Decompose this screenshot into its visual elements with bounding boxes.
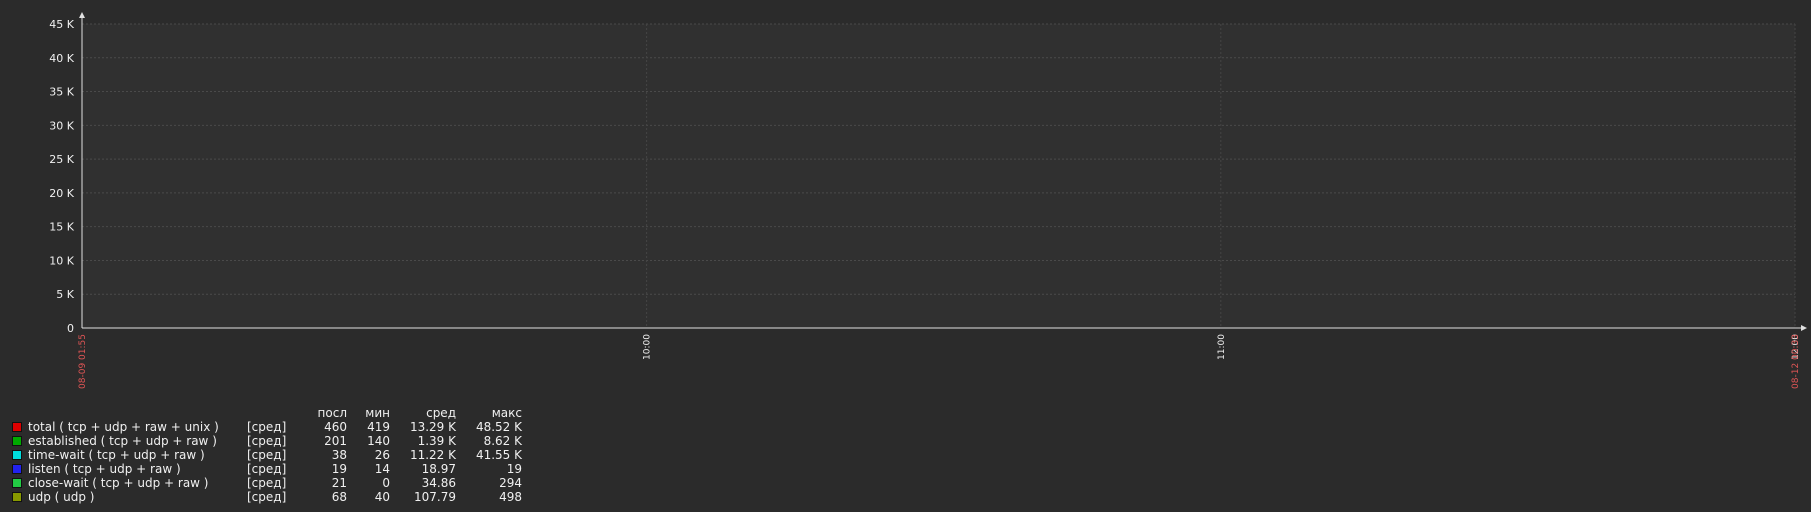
y-tick-label: 35 K bbox=[49, 86, 74, 99]
legend-agg: [сред] bbox=[247, 476, 287, 490]
legend-agg: [сред] bbox=[247, 462, 287, 476]
y-tick-label: 10 K bbox=[49, 254, 74, 267]
legend-max: 8.62 K bbox=[483, 434, 522, 448]
legend-min: 419 bbox=[367, 420, 390, 434]
legend-last: 38 bbox=[331, 448, 347, 462]
legend-avg: 1.39 K bbox=[417, 434, 456, 448]
x-date-label: 08-09 01:55 bbox=[78, 334, 88, 389]
legend-row: established ( tcp + udp + raw ) [сред] 201… bbox=[12, 434, 532, 448]
legend-avg: 34.86 bbox=[421, 476, 456, 490]
legend-last: 201 bbox=[324, 434, 347, 448]
x-tick-label: 11:00 bbox=[1217, 334, 1227, 360]
y-tick-label: 25 K bbox=[49, 153, 74, 166]
legend-swatch bbox=[12, 478, 22, 488]
x-tick-label: 10:00 bbox=[643, 334, 653, 360]
legend-agg: [сред] bbox=[247, 448, 287, 462]
y-tick-label: 0 bbox=[67, 322, 74, 335]
legend-max: 498 bbox=[499, 490, 522, 504]
legend-row: close-wait ( tcp + udp + raw ) [сред] 21 0 3… bbox=[12, 476, 532, 490]
legend-agg: [сред] bbox=[247, 434, 287, 448]
x-date-label: 08-12 00:33 bbox=[1791, 334, 1801, 389]
legend-avg: 18.97 bbox=[421, 462, 456, 476]
legend-row: time-wait ( tcp + udp + raw ) [сред] 38 26 1… bbox=[12, 448, 532, 462]
legend-label: udp ( udp ) bbox=[28, 490, 95, 504]
legend-avg: 107.79 bbox=[414, 490, 456, 504]
legend-label: listen ( tcp + udp + raw ) bbox=[28, 462, 181, 476]
legend-row: total ( tcp + udp + raw + unix ) [сред] 46… bbox=[12, 420, 532, 434]
legend-last: 19 bbox=[331, 462, 347, 476]
legend-avg: 13.29 K bbox=[409, 420, 456, 434]
y-tick-label: 15 K bbox=[49, 221, 74, 234]
legend-row: listen ( tcp + udp + raw ) [сред] 19 14 18.9… bbox=[12, 462, 532, 476]
legend-agg: [сред] bbox=[247, 490, 287, 504]
legend-header: посл мин сред макс bbox=[12, 406, 532, 420]
network-connections-chart: 0 5 K 10 K 15 K 20 K 25 K 30 K 35 K 40 K 45 K 10:0… bbox=[49, 12, 1807, 389]
legend-header-last: посл bbox=[317, 406, 347, 420]
legend-last: 21 bbox=[331, 476, 347, 490]
legend-label: close-wait ( tcp + udp + raw ) bbox=[28, 476, 209, 490]
y-tick-label: 40 K bbox=[49, 52, 74, 65]
legend-avg: 11.22 K bbox=[409, 448, 456, 462]
legend-row: udp ( udp ) [сред] 68 40 107.79 498 bbox=[12, 490, 532, 504]
y-tick-label: 30 K bbox=[49, 119, 74, 132]
legend-header-min: мин bbox=[365, 406, 390, 420]
legend-header-avg: сред bbox=[426, 406, 456, 420]
legend-label: established ( tcp + udp + raw ) bbox=[28, 434, 217, 448]
legend-agg: [сред] bbox=[247, 420, 287, 434]
legend-min: 140 bbox=[367, 434, 390, 448]
legend-header-max: макс bbox=[491, 406, 522, 420]
legend-last: 68 bbox=[331, 490, 347, 504]
legend-swatch bbox=[12, 464, 22, 474]
legend-max: 294 bbox=[499, 476, 522, 490]
y-tick-label: 45 K bbox=[49, 18, 74, 31]
legend-min: 40 bbox=[374, 490, 390, 504]
legend-swatch bbox=[12, 450, 22, 460]
legend-label: total ( tcp + udp + raw + unix ) bbox=[28, 420, 219, 434]
x-axis-arrow bbox=[1801, 325, 1807, 331]
legend-swatch bbox=[12, 436, 22, 446]
legend-max: 19 bbox=[506, 462, 522, 476]
legend-min: 0 bbox=[382, 476, 390, 490]
y-tick-label: 5 K bbox=[56, 288, 74, 301]
legend-max: 41.55 K bbox=[475, 448, 522, 462]
legend-min: 14 bbox=[374, 462, 390, 476]
legend-max: 48.52 K bbox=[475, 420, 522, 434]
legend-swatch bbox=[12, 422, 22, 432]
legend-last: 460 bbox=[324, 420, 347, 434]
y-tick-label: 20 K bbox=[49, 187, 74, 200]
legend-label: time-wait ( tcp + udp + raw ) bbox=[28, 448, 205, 462]
legend-swatch bbox=[12, 492, 22, 502]
y-axis-arrow bbox=[79, 12, 85, 18]
plot-background bbox=[82, 24, 1795, 328]
legend-min: 26 bbox=[374, 448, 390, 462]
